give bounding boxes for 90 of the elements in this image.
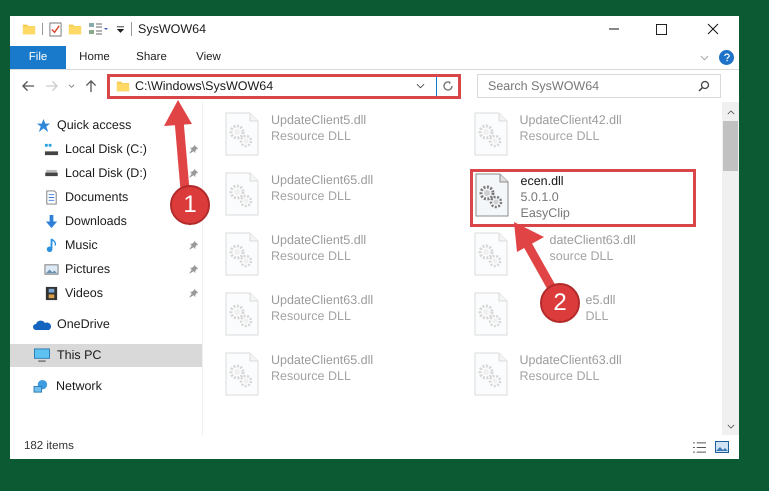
sidebar-item[interactable]: Pictures bbox=[44, 260, 110, 278]
picture-icon bbox=[44, 262, 59, 276]
file-detail: source DLL bbox=[550, 248, 614, 264]
gear-file-icon bbox=[474, 352, 508, 396]
sidebar-item[interactable]: Downloads bbox=[44, 212, 127, 230]
sidebar-item[interactable]: Documents bbox=[44, 188, 128, 206]
file-detail: Resource DLL bbox=[271, 368, 352, 384]
sidebar-item[interactable]: Local Disk (D:) bbox=[44, 164, 147, 182]
ribbon-tab[interactable]: File bbox=[10, 46, 66, 69]
refresh-icon[interactable] bbox=[442, 80, 454, 92]
file-detail: Resource DLL bbox=[271, 188, 352, 204]
up-arrow-icon[interactable] bbox=[85, 80, 97, 92]
back-arrow-icon[interactable] bbox=[22, 80, 35, 92]
cloud-icon bbox=[33, 318, 51, 330]
scroll-down-icon[interactable] bbox=[726, 424, 734, 429]
folder-icon bbox=[116, 79, 130, 93]
file-detail: 5.0.1.0 bbox=[520, 189, 560, 205]
folder-icon bbox=[22, 22, 36, 36]
new-folder-icon bbox=[68, 22, 82, 36]
pin-icon bbox=[189, 264, 198, 274]
search-field[interactable]: Search SysWOW64 bbox=[477, 74, 721, 98]
gear-file-icon bbox=[474, 173, 508, 217]
gear-file-icon bbox=[474, 232, 508, 276]
file-name: ecen.dll bbox=[520, 173, 565, 189]
item-count: 182 items bbox=[24, 439, 75, 454]
search-placeholder: Search SysWOW64 bbox=[488, 78, 600, 95]
file-name: e5.dll bbox=[586, 292, 616, 308]
file-detail: Resource DLL bbox=[271, 248, 352, 264]
file-name: UpdateClient42.dll bbox=[520, 112, 622, 128]
scrollbar[interactable] bbox=[722, 102, 739, 435]
gear-file-icon bbox=[474, 292, 508, 336]
file-name: UpdateClient65.dll bbox=[271, 352, 374, 368]
dropdown-caret-icon[interactable] bbox=[116, 24, 125, 34]
scroll-up-icon[interactable] bbox=[726, 110, 734, 115]
document-icon bbox=[44, 190, 59, 204]
address-field[interactable]: C:\Windows\SysWOW64 bbox=[107, 74, 461, 98]
recent-dropdown-icon[interactable] bbox=[68, 84, 75, 88]
drive-icon bbox=[44, 142, 59, 156]
gear-file-icon bbox=[225, 172, 259, 216]
file-company: EasyClip bbox=[520, 205, 570, 221]
view-options-icon[interactable] bbox=[88, 22, 110, 36]
sidebar-item[interactable]: Quick access bbox=[10, 114, 202, 137]
gear-file-icon bbox=[225, 292, 259, 336]
pin-icon bbox=[189, 240, 198, 250]
gear-file-icon bbox=[225, 352, 259, 396]
file-name: dateClient63.dll bbox=[550, 232, 636, 248]
sidebar-item[interactable]: Music bbox=[44, 236, 98, 254]
network-globe-icon bbox=[33, 379, 50, 394]
window-title: SysWOW64 bbox=[138, 20, 206, 38]
sidebar-item[interactable]: Videos bbox=[44, 284, 103, 302]
address-path: C:\Windows\SysWOW64 bbox=[135, 78, 274, 95]
star-icon bbox=[36, 118, 51, 133]
help-icon[interactable] bbox=[719, 50, 734, 65]
file-name: UpdateClient63.dll bbox=[520, 352, 622, 368]
drive-icon bbox=[44, 169, 59, 177]
music-note-icon bbox=[44, 238, 59, 252]
properties-icon[interactable] bbox=[49, 22, 62, 36]
chevron-down-icon[interactable] bbox=[416, 83, 425, 89]
large-icons-view-icon[interactable] bbox=[715, 441, 729, 453]
sidebar-item[interactable]: OneDrive bbox=[10, 313, 202, 336]
file-detail: Resource DLL bbox=[271, 128, 352, 144]
sidebar-item[interactable]: This PC bbox=[10, 344, 202, 367]
file-detail: Resource DLL bbox=[520, 128, 600, 144]
close-icon[interactable] bbox=[707, 23, 719, 35]
file-item[interactable]: ecen.dll 5.0.1.0 EasyClip bbox=[470, 169, 696, 227]
sidebar-item[interactable]: Local Disk (C:) bbox=[44, 140, 147, 158]
ribbon-tab[interactable]: View bbox=[180, 46, 237, 69]
pin-icon bbox=[189, 144, 198, 154]
monitor-icon bbox=[33, 348, 51, 363]
file-name: UpdateClient5.dll bbox=[271, 232, 366, 248]
download-arrow-icon bbox=[44, 214, 59, 228]
film-icon bbox=[44, 286, 59, 300]
file-detail: Resource DLL bbox=[271, 308, 352, 324]
details-view-icon[interactable] bbox=[692, 440, 707, 454]
maximize-icon[interactable] bbox=[656, 24, 667, 34]
gear-file-icon bbox=[225, 232, 259, 276]
gear-file-icon bbox=[225, 112, 259, 156]
gear-file-icon bbox=[474, 112, 508, 156]
ribbon-tab[interactable]: Home bbox=[66, 46, 123, 69]
pin-icon bbox=[189, 288, 198, 298]
file-detail: DLL bbox=[586, 308, 610, 324]
search-icon bbox=[698, 80, 710, 92]
file-detail: Resource DLL bbox=[520, 368, 600, 384]
pin-icon bbox=[189, 168, 198, 178]
ribbon-tab[interactable]: Share bbox=[123, 46, 180, 69]
file-name: UpdateClient5.dll bbox=[271, 112, 366, 128]
file-name: UpdateClient65.dll bbox=[271, 172, 374, 188]
file-name: UpdateClient63.dll bbox=[271, 292, 374, 308]
sidebar-item[interactable]: Network bbox=[10, 375, 202, 398]
scroll-thumb[interactable] bbox=[723, 121, 738, 171]
